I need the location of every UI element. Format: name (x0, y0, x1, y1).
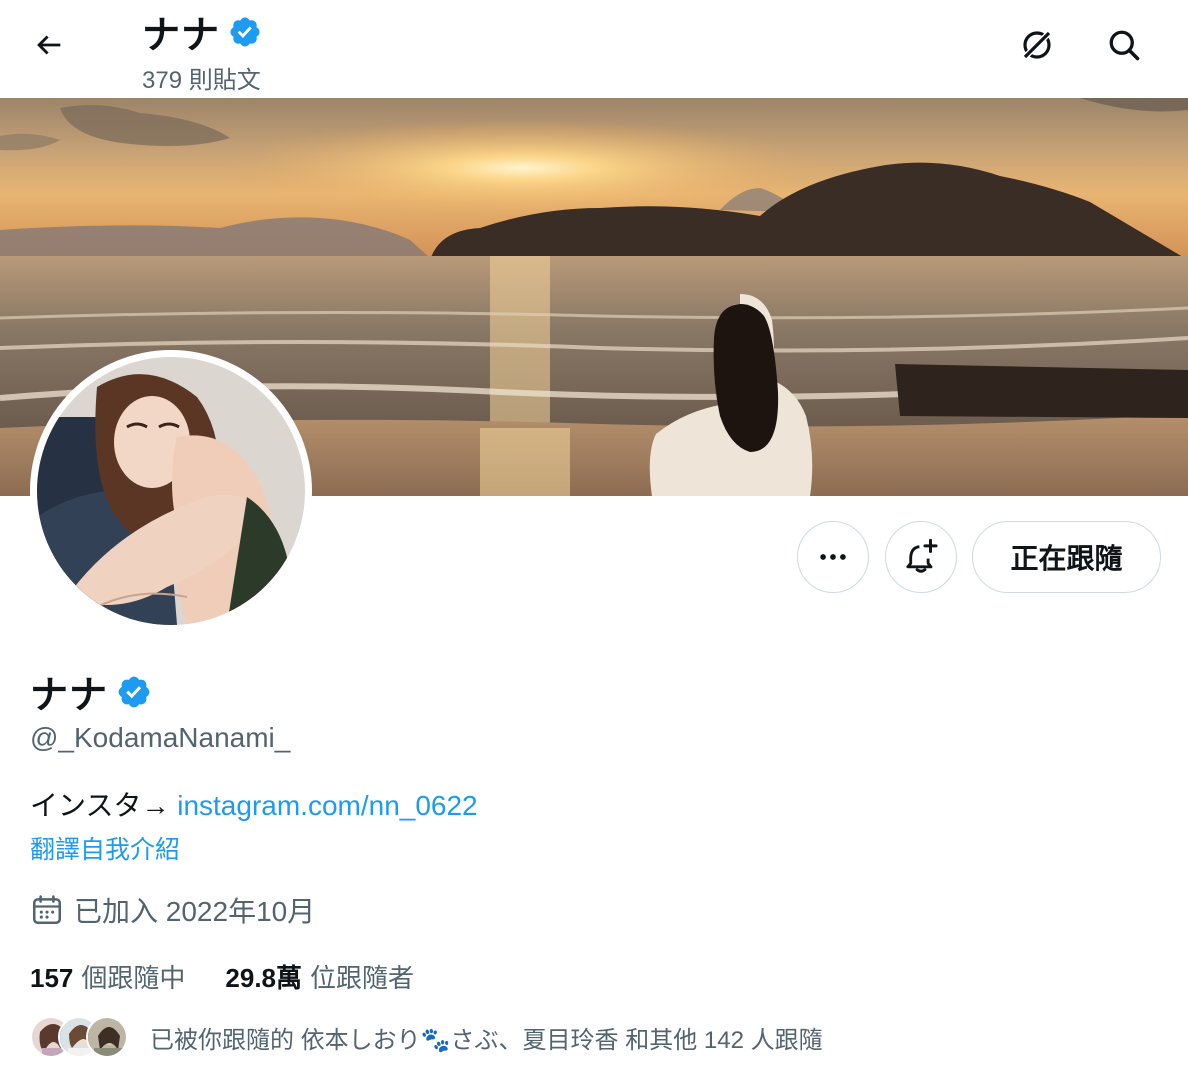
more-button[interactable] (797, 521, 869, 593)
translate-bio-link[interactable]: 翻譯自我介紹 (30, 830, 180, 866)
more-dots-icon (820, 554, 846, 560)
profile-page: ナナ 379 則貼文 正在跟隨 ナナ @_KodamaNanami_ インスタ→… (0, 0, 1188, 1090)
following-stat[interactable]: 157 個跟隨中 (30, 958, 185, 995)
profile-name: ナナ (30, 675, 109, 717)
bio-text: インスタ→ (30, 790, 178, 821)
grok-icon (1021, 29, 1053, 61)
verified-badge-icon[interactable] (228, 15, 262, 49)
profile-bio: インスタ→ instagram.com/nn_0622 (30, 784, 478, 824)
profile-name-row: ナナ (30, 664, 152, 719)
post-count: 379 則貼文 (142, 67, 261, 94)
grok-button[interactable] (1008, 16, 1066, 74)
arrow-left-icon (37, 35, 61, 55)
followers-label: 位跟隨者 (310, 963, 415, 993)
following-button[interactable]: 正在跟隨 (972, 521, 1161, 593)
followers-you-know[interactable]: 已被你跟隨的 依本しおり🐾さぶ、夏目玲香 和其他 142 人跟隨 (30, 1016, 823, 1058)
back-button[interactable] (20, 16, 78, 74)
header-name-row: ナナ (142, 4, 262, 59)
bell-plus-icon (906, 538, 938, 573)
followed-by-text: 已被你跟隨的 依本しおり🐾さぶ、夏目玲香 和其他 142 人跟隨 (150, 1026, 823, 1054)
verified-badge-icon[interactable] (116, 674, 152, 710)
top-header: ナナ 379 則貼文 (0, 0, 1188, 98)
follow-stats: 157 個跟隨中 29.8萬 位跟隨者 (30, 958, 414, 995)
joined-text: 已加入 2022年10月 (74, 896, 316, 927)
search-icon (1109, 30, 1140, 61)
header-title: ナナ (142, 15, 221, 57)
followers-count: 29.8萬 (225, 963, 303, 993)
following-count: 157 (30, 963, 74, 993)
notify-button[interactable] (885, 521, 957, 593)
followers-stat[interactable]: 29.8萬 位跟隨者 (225, 958, 414, 995)
following-label: 個跟隨中 (81, 963, 186, 993)
calendar-icon (32, 895, 62, 925)
bio-link[interactable]: instagram.com/nn_0622 (177, 790, 477, 821)
mutual-avatars (30, 1016, 128, 1058)
mutual-avatar (86, 1016, 128, 1058)
profile-avatar[interactable] (30, 350, 312, 632)
joined-date: 已加入 2022年10月 (30, 890, 315, 930)
avatar-image (37, 357, 305, 625)
search-button[interactable] (1095, 16, 1153, 74)
profile-handle: @_KodamaNanami_ (30, 722, 291, 753)
